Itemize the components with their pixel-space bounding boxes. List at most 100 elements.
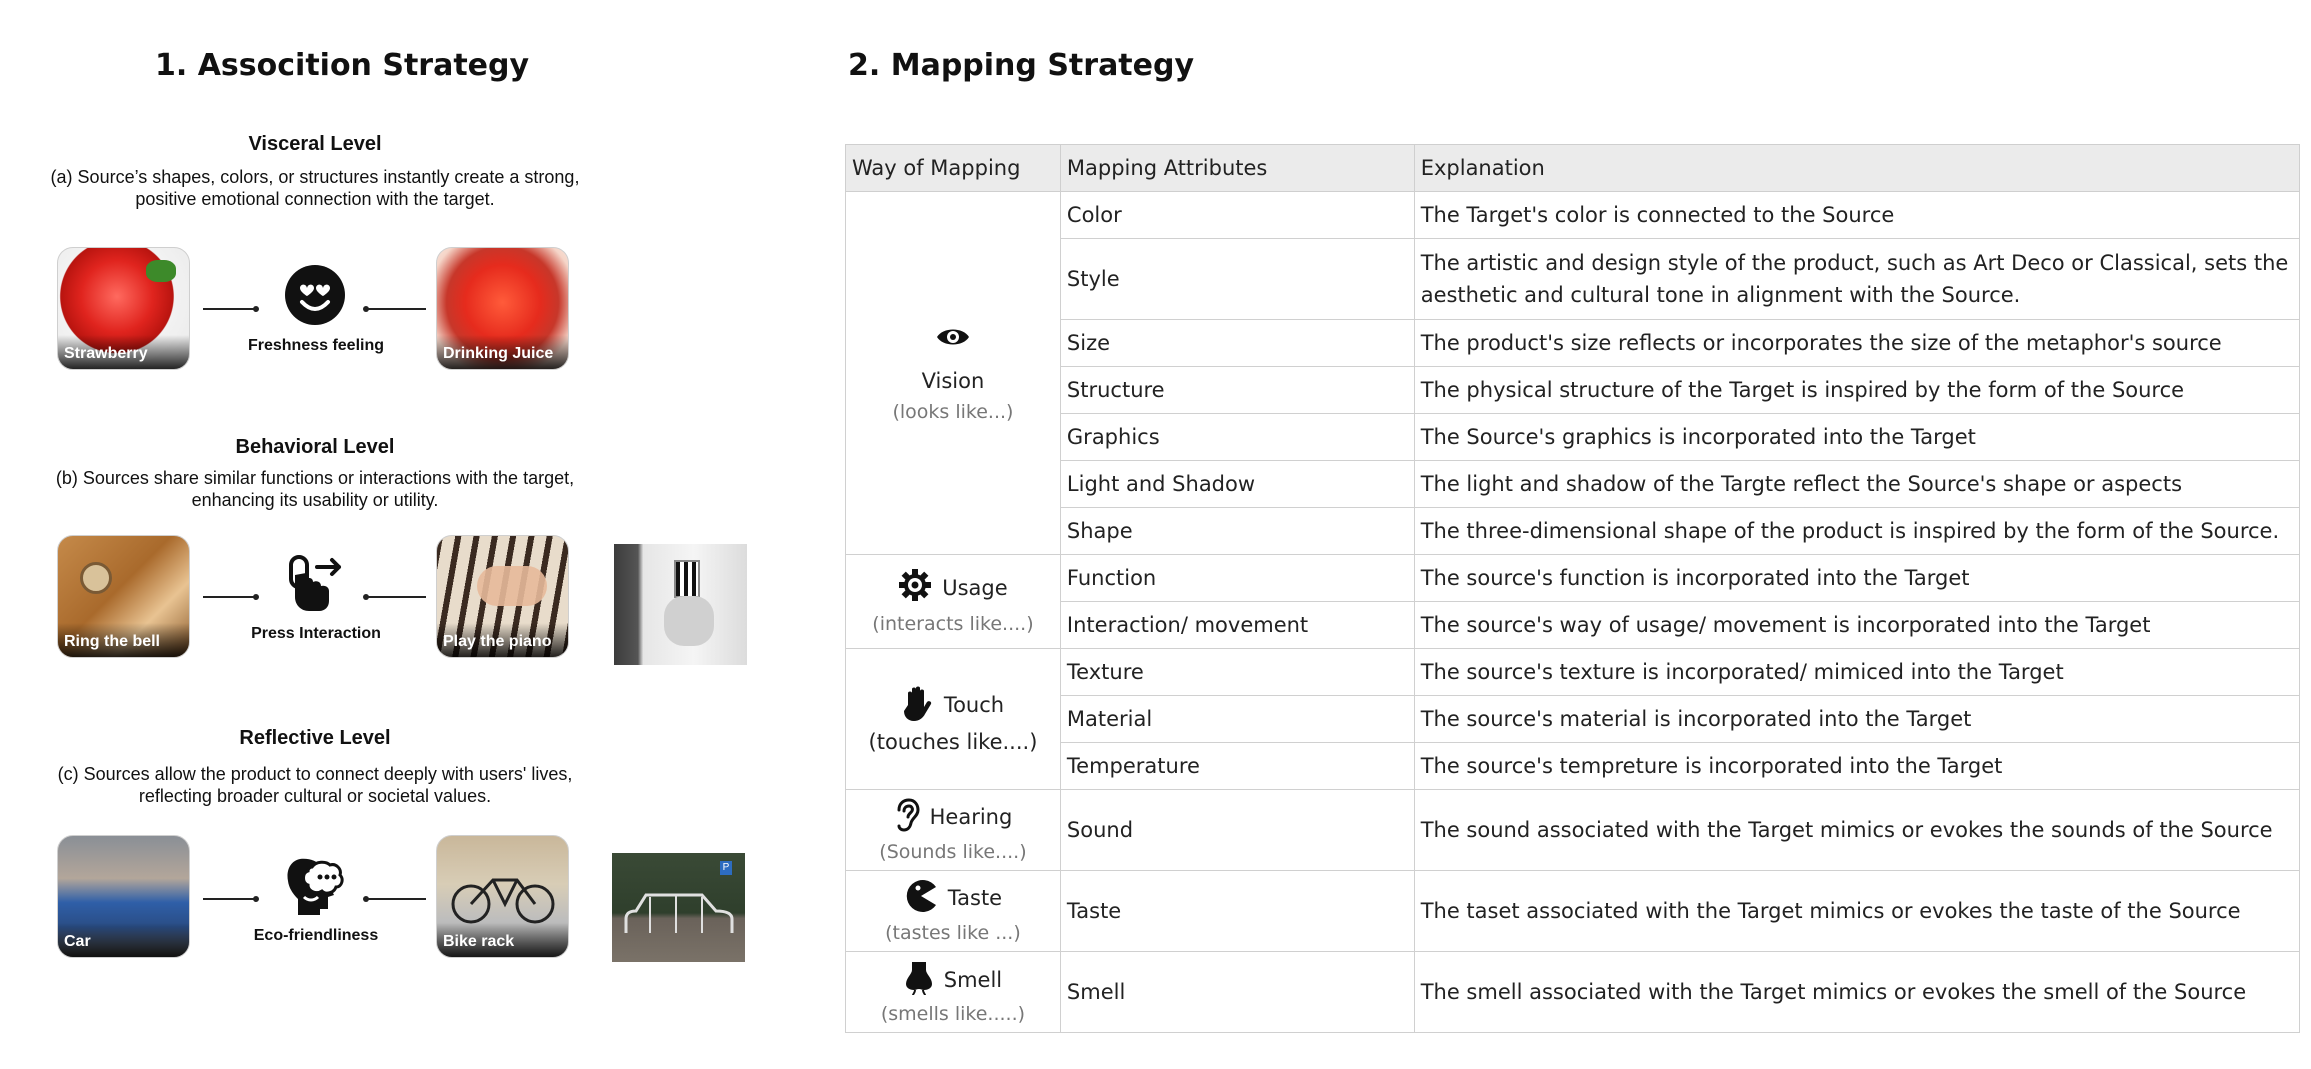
press-interaction-label: Press Interaction — [251, 625, 381, 642]
mapping-title: 2. Mapping Strategy — [848, 48, 1195, 83]
table-row: Graphics The Source's graphics is incorp… — [846, 413, 2301, 461]
table-row: Structure The physical structure of the … — [846, 366, 2301, 414]
table-row: Interaction/ movement The source's way o… — [846, 601, 2301, 649]
bell-button-shape — [80, 562, 112, 594]
way-cell-vision: Vision (looks like...) — [845, 191, 1061, 555]
piano-doorbell-product-image — [614, 544, 747, 665]
attribute-cell: Function — [1059, 554, 1415, 602]
explanation-cell: The artistic and design style of the pro… — [1413, 238, 2301, 320]
attribute-cell: Size — [1059, 319, 1415, 367]
attribute-cell: Temperature — [1059, 742, 1415, 790]
visceral-level-title: Visceral Level — [248, 133, 382, 155]
explanation-cell: The source's texture is incorporated/ mi… — [1413, 648, 2301, 696]
connector-line — [366, 596, 426, 598]
visceral-level-desc: (a) Source’s shapes, colors, or structur… — [50, 167, 580, 209]
attribute-cell: Material — [1059, 695, 1415, 743]
car-label: Car — [58, 923, 189, 957]
way-cell-taste: Taste (tastes like ...) — [845, 870, 1061, 952]
way-label: Hearing — [929, 805, 1013, 829]
header-attributes: Mapping Attributes — [1059, 144, 1415, 192]
table-row: Taste (tastes like ...) Taste The taset … — [845, 870, 2301, 952]
eco-friendliness-label: Eco-friendliness — [253, 927, 379, 944]
car-image: Car — [57, 835, 190, 958]
table-row: Vision (looks like...) Color The Target'… — [845, 191, 2301, 555]
table-row: Hearing (Sounds like....) Sound The soun… — [845, 789, 2301, 871]
table-row: Touch (touches like....) Texture The sou… — [845, 648, 2301, 790]
bike-rack-label: Bike rack — [437, 923, 568, 957]
explanation-cell: The sound associated with the Target mim… — [1413, 789, 2301, 871]
ear-icon — [894, 797, 920, 837]
hand-shape — [664, 596, 714, 646]
juice-image: Drinking Juice — [436, 247, 569, 370]
hand-shape — [477, 566, 547, 606]
way-sublabel: (looks like...) — [892, 400, 1014, 423]
reflective-level-title: Reflective Level — [239, 727, 391, 749]
mapping-table: Way of Mapping Mapping Attributes Explan… — [845, 144, 2301, 1033]
attribute-cell: Style — [1059, 238, 1415, 320]
hand-icon — [902, 685, 934, 726]
explanation-cell: The source's function is incorporated in… — [1413, 554, 2301, 602]
connector-line — [203, 596, 256, 598]
connector-line — [203, 308, 256, 310]
mouth-icon — [904, 879, 938, 918]
explanation-cell: The Source's graphics is incorporated in… — [1413, 413, 2301, 461]
car-shaped-bike-rack-image: P — [612, 853, 745, 962]
freshness-label: Freshness feeling — [247, 337, 385, 354]
reflective-level-desc: (c) Sources allow the product to connect… — [57, 764, 573, 806]
mini-keys-shape — [674, 560, 700, 598]
explanation-cell: The light and shadow of the Targte refle… — [1413, 460, 2301, 508]
strawberry-image: Strawberry — [57, 247, 190, 370]
thinking-head-icon — [282, 853, 348, 919]
attribute-cell: Shape — [1059, 507, 1415, 555]
way-sublabel: (tastes like ...) — [885, 921, 1021, 944]
explanation-cell: The source's tempreture is incorporated … — [1413, 742, 2301, 790]
explanation-cell: The source's material is incorporated in… — [1413, 695, 2301, 743]
attribute-cell: Taste — [1059, 870, 1415, 952]
connector-line — [366, 898, 426, 900]
car-rack-outline-shape — [624, 893, 734, 933]
attribute-cell: Graphics — [1059, 413, 1415, 461]
doorbell-label: Ring the bell — [58, 623, 189, 657]
table-row: Smell (smells like.....) Smell The smell… — [845, 951, 2301, 1033]
way-label: Touch — [943, 693, 1005, 717]
table-row: Temperature The source's tempreture is i… — [846, 742, 2301, 790]
explanation-cell: The three-dimensional shape of the produ… — [1413, 507, 2301, 555]
doorbell-image: Ring the bell — [57, 535, 190, 658]
attribute-cell: Structure — [1059, 366, 1415, 414]
leaf-shape — [146, 260, 176, 282]
attribute-cell: Color — [1059, 191, 1415, 239]
way-cell-touch: Touch (touches like....) — [845, 648, 1061, 790]
bicycle-shape — [451, 878, 555, 924]
behavioral-level-title: Behavioral Level — [235, 436, 395, 458]
way-label: Usage — [942, 575, 1008, 600]
smiley-heart-eyes-icon — [284, 264, 346, 326]
attribute-cell: Interaction/ movement — [1059, 601, 1415, 649]
table-row: Size The product's size reflects or inco… — [846, 319, 2301, 367]
behavioral-level-desc: (b) Sources share similar functions or i… — [55, 468, 575, 510]
attribute-cell: Sound — [1059, 789, 1415, 871]
way-label: Vision — [921, 368, 985, 393]
way-cell-usage: Usage (interacts like....) — [845, 554, 1061, 649]
piano-label: Play the piano — [437, 623, 568, 657]
connector-line — [366, 308, 426, 310]
way-sublabel: (smells like.....) — [880, 1002, 1026, 1025]
way-label: Taste — [947, 886, 1003, 910]
nose-icon — [904, 960, 934, 1001]
way-label: Smell — [943, 968, 1003, 992]
connector-dot — [253, 896, 259, 902]
finger-press-icon — [283, 553, 347, 617]
explanation-cell: The smell associated with the Target mim… — [1413, 951, 2301, 1033]
attribute-cell: Light and Shadow — [1059, 460, 1415, 508]
connector-dot — [253, 306, 259, 312]
attribute-cell: Texture — [1059, 648, 1415, 696]
table-row: Material The source's material is incorp… — [846, 695, 2301, 743]
table-row: Usage (interacts like....) Function The … — [845, 554, 2301, 649]
table-row: Style The artistic and design style of t… — [846, 238, 2301, 320]
explanation-cell: The Target's color is connected to the S… — [1413, 191, 2301, 239]
gear-icon — [898, 568, 932, 607]
header-explanation: Explanation — [1413, 144, 2301, 192]
connector-dot — [253, 594, 259, 600]
explanation-cell: The source's way of usage/ movement is i… — [1413, 601, 2301, 649]
table-header-row: Way of Mapping Mapping Attributes Explan… — [845, 144, 2301, 192]
strawberry-label: Strawberry — [58, 335, 189, 369]
